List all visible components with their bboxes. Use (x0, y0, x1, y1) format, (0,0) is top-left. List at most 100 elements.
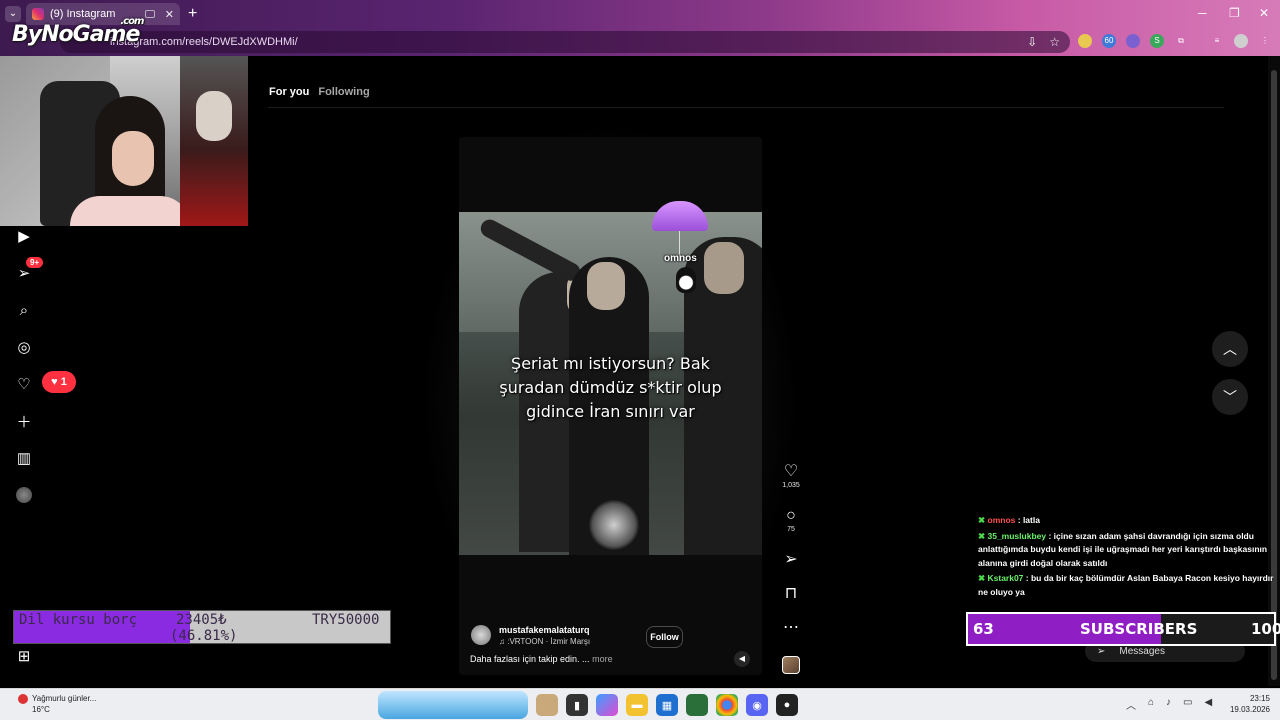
follow-button[interactable]: Follow (646, 626, 683, 648)
notifications-pill[interactable]: ♥ 1 (42, 371, 76, 393)
media-icon[interactable]: ≡ (1210, 34, 1224, 48)
instagram-favicon-icon (32, 8, 44, 20)
reel-description: Daha fazlası için takip edin. ... more (470, 654, 613, 664)
chat-message: ✖ Kstark07 : bu da bir kaç bölümdür Asla… (978, 573, 1274, 597)
streamer-face (112, 131, 154, 186)
save-button[interactable]: ⊓ (778, 584, 804, 604)
extension-icon[interactable] (1078, 34, 1092, 48)
file-explorer-icon[interactable]: ▬ (626, 694, 648, 716)
audio-track[interactable]: ♫ :VRTOON · İzmir Marşı (499, 637, 590, 646)
dashboard-chart-icon[interactable]: ▥ (14, 448, 34, 468)
webcam-overlay (0, 56, 248, 226)
network-icon[interactable]: ⌂ (1148, 697, 1154, 712)
tab-for-you[interactable]: For you (269, 86, 309, 98)
tab-search-button[interactable]: ⌄ (5, 6, 21, 22)
task-view-icon[interactable]: ▮ (566, 694, 588, 716)
copilot-icon[interactable] (596, 694, 618, 716)
clock[interactable]: 23:15 19.03.2026 (1228, 693, 1270, 715)
extension-badge-icon[interactable]: 60 (1102, 34, 1116, 48)
extension-icon[interactable]: S (1150, 34, 1164, 48)
volume-icon[interactable]: ◀ (1205, 697, 1213, 712)
heart-icon: ♡ (783, 463, 799, 480)
browser-chrome: ⌄ (9) Instagram ✕ + ─ ❐ ✕ instagram.com/… (0, 0, 1280, 56)
notifications-heart-icon[interactable]: ♡ (14, 374, 34, 394)
profile-link[interactable] (14, 485, 34, 505)
tab-close-icon[interactable]: ✕ (165, 8, 174, 21)
author-avatar[interactable] (471, 625, 491, 645)
profile-avatar (16, 487, 32, 503)
new-tab-button[interactable]: + (188, 5, 197, 23)
goal-current: 23405₺ (176, 612, 227, 628)
direct-messages-icon[interactable]: ➢ 9+ (14, 257, 44, 283)
goal-percent: (46.81%) (170, 628, 238, 644)
previous-reel-button[interactable]: ︿ (1212, 331, 1248, 367)
stream-logo: ByNoGame .com (12, 16, 144, 47)
reel-player[interactable]: Şeriat mı istiyorsun? Bak şuradan dümdüz… (459, 137, 762, 675)
extension-icon[interactable] (1126, 34, 1140, 48)
reels-nav-icon[interactable]: ▶ (14, 226, 34, 246)
like-button[interactable]: ♡ 1,035 (778, 462, 804, 489)
video-caption: Şeriat mı istiyorsun? Bak şuradan dümdüz… (499, 354, 722, 421)
tab-following[interactable]: Following (318, 86, 369, 98)
chat-user: Kstark07 (987, 573, 1024, 583)
close-window-button[interactable]: ✕ (1259, 6, 1269, 20)
brand-suffix: .com (120, 16, 144, 27)
extensions-row: 60 S ⧉ ≡ ⋮ (1078, 34, 1272, 48)
bookmark-icon: ⊓ (784, 585, 798, 602)
chrome-icon[interactable] (716, 694, 738, 716)
more-link[interactable]: more (592, 654, 613, 664)
kebab-menu-icon[interactable]: ⋮ (1258, 34, 1272, 48)
chevron-down-icon: ﹀ (1223, 389, 1237, 405)
weather-title: Yağmurlu günler... (32, 694, 97, 703)
create-plus-icon[interactable]: ＋ (14, 411, 34, 431)
sword-badge-icon: ✖ (978, 573, 986, 583)
puzzle-icon[interactable]: ⧉ (1174, 34, 1188, 48)
discord-icon[interactable]: ◉ (746, 694, 768, 716)
audio-thumbnail[interactable] (782, 656, 800, 674)
restore-button[interactable]: ❐ (1229, 6, 1240, 20)
chevron-up-icon[interactable]: ︿ (1126, 697, 1136, 712)
subscriber-goal: 100 (1251, 620, 1280, 638)
like-count: 1,035 (782, 482, 800, 489)
bookmark-star-icon[interactable]: ☆ (1049, 35, 1060, 49)
goal-label: Dil kursu borç (19, 612, 138, 628)
divider (268, 107, 1224, 108)
subscriber-label: SUBSCRIBERS (1080, 620, 1198, 638)
obs-icon[interactable]: ● (776, 694, 798, 716)
paper-plane-icon: ➢ (784, 551, 798, 568)
speaker-icon[interactable]: ◀ (734, 651, 750, 667)
sword-badge-icon: ✖ (978, 530, 986, 541)
picture-in-picture-icon (144, 10, 155, 18)
description-text: Daha fazlası için takip edin. ... (470, 654, 590, 664)
profile-avatar[interactable] (1234, 34, 1248, 48)
display-icon[interactable]: ▭ (1183, 697, 1192, 712)
search-icon[interactable]: ⌕ (14, 300, 34, 320)
microphone-icon[interactable]: ♪ (1166, 697, 1171, 712)
app-icon[interactable] (686, 694, 708, 716)
system-tray: ︿ ⌂ ♪ ▭ ◀ (1126, 697, 1212, 712)
address-bar[interactable]: instagram.com/reels/DWEJdXWDHMi/ ⇩ ☆ (60, 31, 1070, 53)
more-menu-icon[interactable]: ⊞ (14, 646, 34, 666)
comment-count: 75 (787, 526, 795, 533)
turtle-app-icon[interactable] (536, 694, 558, 716)
install-app-icon[interactable]: ⇩ (1027, 35, 1037, 49)
poster (180, 56, 248, 226)
ellipsis-icon: ⋯ (783, 619, 799, 636)
comment-bubble-icon: ○ (786, 507, 796, 524)
comment-button[interactable]: ○ 75 (778, 506, 804, 533)
taskbar-apps: ▮ ▬ ▦ ◉ ● (378, 691, 798, 719)
chat-message: ✖ omnos : latla (978, 515, 1040, 525)
weather-widget[interactable]: Yağmurlu günler... 16°C (18, 693, 96, 715)
minimize-button[interactable]: ─ (1198, 6, 1207, 20)
chat-overlay: ✖ omnos : latla ✖ 35_muslukbey : içine s… (978, 514, 1278, 601)
chat-text: latla (1022, 515, 1040, 525)
author-username[interactable]: mustafakemalataturq (499, 625, 590, 635)
share-button[interactable]: ➢ (778, 550, 804, 570)
chat-user: omnos (987, 515, 1016, 525)
reel-video[interactable]: Şeriat mı istiyorsun? Bak şuradan dümdüz… (459, 212, 762, 555)
weather-temp: 16°C (32, 705, 50, 714)
next-reel-button[interactable]: ﹀ (1212, 379, 1248, 415)
store-icon[interactable]: ▦ (656, 694, 678, 716)
explore-compass-icon[interactable]: ◎ (14, 337, 34, 357)
more-options-button[interactable]: ⋯ (778, 618, 804, 638)
